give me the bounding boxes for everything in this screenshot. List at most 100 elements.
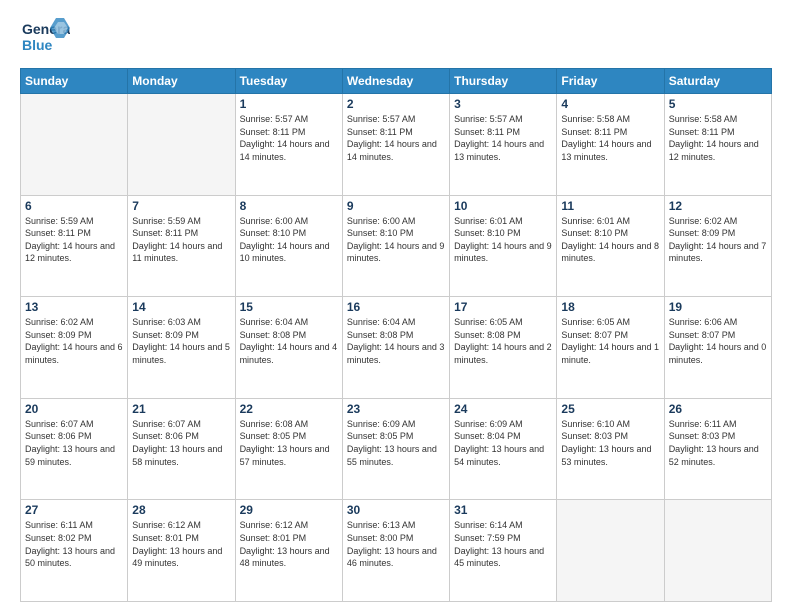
calendar-cell: 21 Sunrise: 6:07 AMSunset: 8:06 PMDayligh… <box>128 398 235 500</box>
day-number: 13 <box>25 300 123 314</box>
calendar-cell: 31 Sunrise: 6:14 AMSunset: 7:59 PMDayligh… <box>450 500 557 602</box>
day-info: Sunrise: 6:02 AMSunset: 8:09 PMDaylight:… <box>25 316 123 366</box>
calendar-cell: 7Sunrise: 5:59 AMSunset: 8:11 PMDaylight… <box>128 195 235 297</box>
day-number: 6 <box>25 199 123 213</box>
day-info: Sunrise: 6:00 AMSunset: 8:10 PMDaylight:… <box>347 215 445 265</box>
day-number: 21 <box>132 402 230 416</box>
day-info: Sunrise: 6:02 AMSunset: 8:09 PMDaylight:… <box>669 215 767 265</box>
calendar-cell: 23 Sunrise: 6:09 AMSunset: 8:05 PMDayligh… <box>342 398 449 500</box>
day-number: 27 <box>25 503 123 517</box>
calendar-cell: 17 Sunrise: 6:05 AMSunset: 8:08 PMDayligh… <box>450 297 557 399</box>
calendar-table: SundayMondayTuesdayWednesdayThursdayFrid… <box>20 68 772 602</box>
day-number: 25 <box>561 402 659 416</box>
day-number: 30 <box>347 503 445 517</box>
weekday-header-monday: Monday <box>128 69 235 94</box>
day-number: 9 <box>347 199 445 213</box>
calendar-cell: 27Sunrise: 6:11 AMSunset: 8:02 PMDayligh… <box>21 500 128 602</box>
day-info: Sunrise: 6:14 AMSunset: 7:59 PMDaylight:… <box>454 519 552 569</box>
weekday-header-wednesday: Wednesday <box>342 69 449 94</box>
day-number: 19 <box>669 300 767 314</box>
day-number: 24 <box>454 402 552 416</box>
calendar-cell: 24Sunrise: 6:09 AMSunset: 8:04 PMDayligh… <box>450 398 557 500</box>
calendar-cell: 11 Sunrise: 6:01 AMSunset: 8:10 PMDayligh… <box>557 195 664 297</box>
calendar-cell: 13 Sunrise: 6:02 AMSunset: 8:09 PMDayligh… <box>21 297 128 399</box>
svg-text:Blue: Blue <box>22 37 53 53</box>
week-row-3: 13 Sunrise: 6:02 AMSunset: 8:09 PMDayligh… <box>21 297 772 399</box>
day-info: Sunrise: 6:07 AMSunset: 8:06 PMDaylight:… <box>132 418 230 468</box>
day-info: Sunrise: 6:04 AMSunset: 8:08 PMDaylight:… <box>347 316 445 366</box>
day-number: 22 <box>240 402 338 416</box>
day-info: Sunrise: 5:57 AMSunset: 8:11 PMDaylight:… <box>347 113 445 163</box>
day-info: Sunrise: 6:09 AMSunset: 8:05 PMDaylight:… <box>347 418 445 468</box>
day-info: Sunrise: 6:12 AMSunset: 8:01 PMDaylight:… <box>132 519 230 569</box>
day-info: Sunrise: 6:07 AMSunset: 8:06 PMDaylight:… <box>25 418 123 468</box>
day-info: Sunrise: 5:59 AMSunset: 8:11 PMDaylight:… <box>25 215 123 265</box>
calendar-cell: 9 Sunrise: 6:00 AMSunset: 8:10 PMDaylight… <box>342 195 449 297</box>
weekday-header-saturday: Saturday <box>664 69 771 94</box>
calendar-cell: 14 Sunrise: 6:03 AMSunset: 8:09 PMDayligh… <box>128 297 235 399</box>
day-number: 31 <box>454 503 552 517</box>
weekday-header-tuesday: Tuesday <box>235 69 342 94</box>
day-info: Sunrise: 6:05 AMSunset: 8:07 PMDaylight:… <box>561 316 659 366</box>
day-number: 20 <box>25 402 123 416</box>
calendar-cell: 18 Sunrise: 6:05 AMSunset: 8:07 PMDayligh… <box>557 297 664 399</box>
logo-svg: General Blue <box>20 16 70 58</box>
day-number: 28 <box>132 503 230 517</box>
day-info: Sunrise: 6:06 AMSunset: 8:07 PMDaylight:… <box>669 316 767 366</box>
day-number: 15 <box>240 300 338 314</box>
day-number: 11 <box>561 199 659 213</box>
calendar-body: 1Sunrise: 5:57 AMSunset: 8:11 PMDaylight… <box>21 94 772 602</box>
day-number: 14 <box>132 300 230 314</box>
calendar-cell: 30Sunrise: 6:13 AMSunset: 8:00 PMDayligh… <box>342 500 449 602</box>
day-number: 26 <box>669 402 767 416</box>
calendar-cell: 12 Sunrise: 6:02 AMSunset: 8:09 PMDayligh… <box>664 195 771 297</box>
day-info: Sunrise: 5:58 AMSunset: 8:11 PMDaylight:… <box>561 113 659 163</box>
day-info: Sunrise: 6:01 AMSunset: 8:10 PMDaylight:… <box>561 215 659 265</box>
day-info: Sunrise: 6:04 AMSunset: 8:08 PMDaylight:… <box>240 316 338 366</box>
day-number: 10 <box>454 199 552 213</box>
day-number: 8 <box>240 199 338 213</box>
day-info: Sunrise: 6:12 AMSunset: 8:01 PMDaylight:… <box>240 519 338 569</box>
calendar-cell: 3Sunrise: 5:57 AMSunset: 8:11 PMDaylight… <box>450 94 557 196</box>
day-number: 3 <box>454 97 552 111</box>
calendar-cell: 25 Sunrise: 6:10 AMSunset: 8:03 PMDayligh… <box>557 398 664 500</box>
day-info: Sunrise: 5:59 AMSunset: 8:11 PMDaylight:… <box>132 215 230 265</box>
weekday-header-friday: Friday <box>557 69 664 94</box>
weekday-header-thursday: Thursday <box>450 69 557 94</box>
day-number: 18 <box>561 300 659 314</box>
calendar-cell: 2 Sunrise: 5:57 AMSunset: 8:11 PMDaylight… <box>342 94 449 196</box>
weekday-header-row: SundayMondayTuesdayWednesdayThursdayFrid… <box>21 69 772 94</box>
calendar-cell: 10 Sunrise: 6:01 AMSunset: 8:10 PMDayligh… <box>450 195 557 297</box>
calendar-cell: 6 Sunrise: 5:59 AMSunset: 8:11 PMDaylight… <box>21 195 128 297</box>
calendar-cell: 19 Sunrise: 6:06 AMSunset: 8:07 PMDayligh… <box>664 297 771 399</box>
calendar-cell <box>557 500 664 602</box>
header: General Blue <box>20 16 772 58</box>
week-row-4: 20 Sunrise: 6:07 AMSunset: 8:06 PMDayligh… <box>21 398 772 500</box>
calendar-cell: 20 Sunrise: 6:07 AMSunset: 8:06 PMDayligh… <box>21 398 128 500</box>
calendar-cell <box>664 500 771 602</box>
week-row-5: 27Sunrise: 6:11 AMSunset: 8:02 PMDayligh… <box>21 500 772 602</box>
day-number: 17 <box>454 300 552 314</box>
day-info: Sunrise: 6:01 AMSunset: 8:10 PMDaylight:… <box>454 215 552 265</box>
calendar-cell <box>128 94 235 196</box>
day-number: 29 <box>240 503 338 517</box>
page: General Blue SundayMondayTuesdayWednesda… <box>0 0 792 612</box>
calendar-cell: 4 Sunrise: 5:58 AMSunset: 8:11 PMDaylight… <box>557 94 664 196</box>
calendar-cell: 16Sunrise: 6:04 AMSunset: 8:08 PMDayligh… <box>342 297 449 399</box>
day-info: Sunrise: 6:05 AMSunset: 8:08 PMDaylight:… <box>454 316 552 366</box>
day-info: Sunrise: 6:11 AMSunset: 8:03 PMDaylight:… <box>669 418 767 468</box>
day-number: 4 <box>561 97 659 111</box>
weekday-header-sunday: Sunday <box>21 69 128 94</box>
day-number: 12 <box>669 199 767 213</box>
day-number: 2 <box>347 97 445 111</box>
day-info: Sunrise: 6:03 AMSunset: 8:09 PMDaylight:… <box>132 316 230 366</box>
calendar-cell: 26 Sunrise: 6:11 AMSunset: 8:03 PMDayligh… <box>664 398 771 500</box>
calendar-cell: 22Sunrise: 6:08 AMSunset: 8:05 PMDayligh… <box>235 398 342 500</box>
calendar-cell: 1Sunrise: 5:57 AMSunset: 8:11 PMDaylight… <box>235 94 342 196</box>
day-info: Sunrise: 6:00 AMSunset: 8:10 PMDaylight:… <box>240 215 338 265</box>
calendar-cell: 29 Sunrise: 6:12 AMSunset: 8:01 PMDayligh… <box>235 500 342 602</box>
logo: General Blue <box>20 16 70 58</box>
day-info: Sunrise: 6:10 AMSunset: 8:03 PMDaylight:… <box>561 418 659 468</box>
week-row-2: 6 Sunrise: 5:59 AMSunset: 8:11 PMDaylight… <box>21 195 772 297</box>
day-number: 23 <box>347 402 445 416</box>
